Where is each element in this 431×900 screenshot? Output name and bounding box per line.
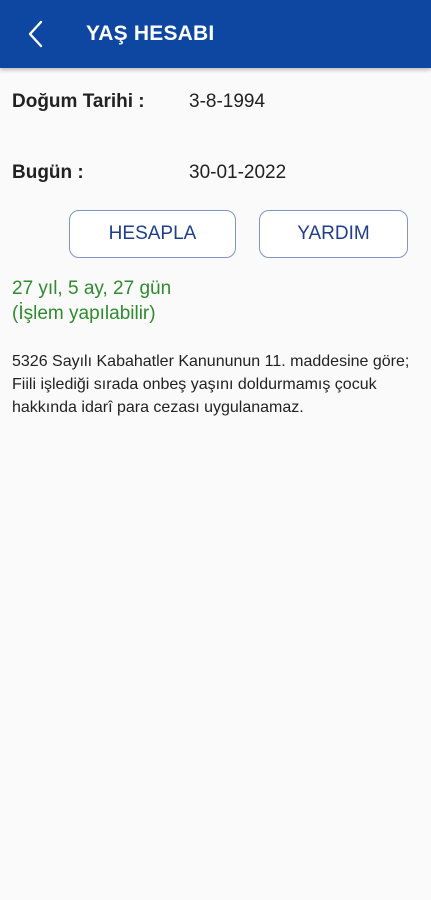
legal-note: 5326 Sayılı Kabahatler Kanununun 11. mad…	[12, 353, 410, 416]
today-value[interactable]: 30-01-2022	[189, 162, 286, 184]
birth-date-value[interactable]: 3-8-1994	[189, 91, 265, 113]
today-label: Bugün :	[12, 162, 84, 183]
status-result: (İşlem yapılabilir)	[12, 303, 156, 324]
calculate-button[interactable]: HESAPLA	[69, 210, 236, 258]
result-block: 27 yıl, 5 ay, 27 gün (İşlem yapılabilir)	[12, 276, 171, 326]
help-button[interactable]: YARDIM	[259, 210, 408, 258]
age-result: 27 yıl, 5 ay, 27 gün	[12, 278, 172, 299]
chevron-left-icon	[28, 20, 43, 48]
birth-date-label: Doğum Tarihi :	[12, 91, 145, 112]
page-title: YAŞ HESABI	[86, 22, 215, 45]
back-button[interactable]	[16, 14, 56, 54]
app-bar: YAŞ HESABI	[0, 0, 431, 68]
